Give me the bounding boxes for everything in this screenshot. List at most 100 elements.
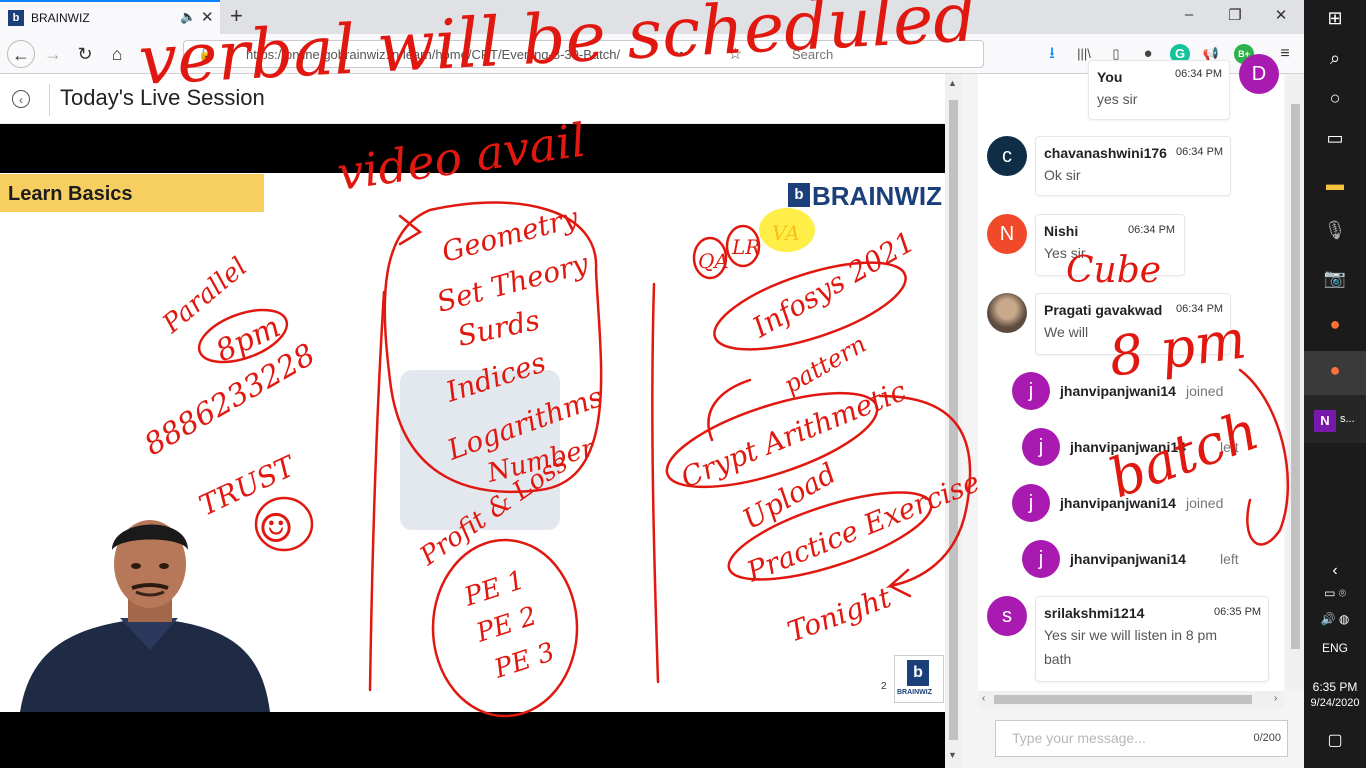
header-divider: [49, 84, 50, 116]
show-hidden-icons-chevron[interactable]: ‹: [1304, 562, 1366, 580]
scroll-right-icon[interactable]: ›: [1274, 693, 1277, 704]
file-explorer-icon[interactable]: ▬: [1304, 174, 1366, 195]
event-user: jhanvipanjwani14: [1070, 551, 1186, 567]
sender-name: srilakshmi1214: [1044, 605, 1145, 621]
search-box[interactable]: Search: [792, 47, 833, 62]
user-avatar: D: [1239, 54, 1279, 94]
character-count: 0/200: [1253, 732, 1281, 744]
message-bubble: Pragati gavakwad 06:34 PM We will: [1035, 293, 1231, 355]
message-text: yes sir: [1097, 91, 1138, 107]
cortana-icon[interactable]: ○: [1304, 88, 1366, 109]
user-avatar: j: [1022, 428, 1060, 466]
browser-tab-bar: b BRAINWIZ 🔈 ✕ + – ❐ ✕: [0, 0, 1304, 34]
back-circle-icon[interactable]: ‹: [12, 90, 30, 108]
chat-horizontal-scrollbar[interactable]: ‹ ›: [978, 691, 1284, 708]
user-avatar: j: [1022, 540, 1060, 578]
message-input[interactable]: [1010, 729, 1234, 747]
page-scrollbar-thumb[interactable]: [949, 100, 958, 740]
camera-icon[interactable]: 📷: [1304, 268, 1366, 289]
scroll-down-icon[interactable]: ▼: [948, 750, 957, 760]
small-logo-mark-icon: b: [907, 660, 929, 686]
volume-icon[interactable]: 🔊 ◍: [1304, 612, 1366, 626]
message-bubble: chavanashwini176 06:34 PM Ok sir: [1035, 136, 1231, 196]
language-indicator[interactable]: ENG: [1304, 641, 1366, 655]
page-scrollbar[interactable]: ▲ ▼: [945, 74, 962, 768]
lock-icon: 🔒: [198, 46, 215, 61]
sender-name: chavanashwini176: [1044, 145, 1167, 161]
bookmark-star-icon[interactable]: ☆: [728, 44, 742, 64]
horizontal-scrollbar-thumb[interactable]: [994, 695, 1252, 704]
search-icon[interactable]: ⌕: [1304, 48, 1366, 69]
message-time: 06:35 PM: [1214, 606, 1262, 618]
small-logo-text: BRAINWIZ: [897, 689, 932, 696]
slide-number: 2: [881, 681, 887, 692]
presenter-webcam: [0, 500, 300, 712]
watermark-logo: [400, 370, 560, 530]
browser-tab[interactable]: b BRAINWIZ 🔈 ✕: [0, 0, 220, 34]
sender-name: You: [1097, 69, 1123, 85]
notifications-icon[interactable]: ▢: [1304, 730, 1366, 750]
clock-time[interactable]: 6:35 PM: [1304, 680, 1366, 694]
download-icon[interactable]: ⭳: [1042, 44, 1062, 64]
chat-scrollbar[interactable]: [1287, 74, 1304, 691]
restore-button[interactable]: ❐: [1212, 6, 1258, 24]
windows-start-icon[interactable]: ⊞: [1304, 8, 1366, 29]
event-user: jhanvipanjwani14: [1060, 383, 1176, 399]
brainwiz-logo-mark-icon: b: [788, 183, 810, 207]
event-action: joined: [1186, 383, 1224, 399]
chat-input-box[interactable]: 0/200: [995, 720, 1288, 757]
firefox-active-icon[interactable]: ●: [1304, 360, 1366, 381]
message-text: Ok sir: [1044, 167, 1081, 183]
home-icon[interactable]: ⌂: [104, 41, 130, 67]
task-view-icon[interactable]: ▭: [1304, 128, 1366, 149]
voice-recorder-icon[interactable]: 🎙: [1304, 220, 1366, 241]
sender-name: Pragati gavakwad: [1044, 302, 1163, 318]
message-time: 06:34 PM: [1176, 303, 1224, 315]
brainwiz-favicon-icon: b: [8, 10, 24, 26]
speaker-icon[interactable]: 🔈: [180, 9, 196, 25]
chat-scrollbar-thumb[interactable]: [1291, 104, 1300, 649]
message-text-continued: bath: [1044, 651, 1072, 667]
reload-icon[interactable]: ↻: [72, 41, 98, 67]
close-window-button[interactable]: ✕: [1258, 6, 1304, 24]
menu-icon[interactable]: ≡: [1275, 44, 1295, 64]
address-bar[interactable]: 🔒 https://online.gobrainwiz.in/learn/hom…: [183, 40, 984, 68]
message-text: Yes sir: [1044, 245, 1086, 261]
user-avatar: j: [1012, 372, 1050, 410]
url-text: https://online.gobrainwiz.in/learn/home/…: [246, 47, 621, 62]
close-tab-icon[interactable]: ✕: [201, 8, 214, 26]
onenote-icon[interactable]: N: [1314, 410, 1336, 432]
event-action: joined: [1186, 495, 1224, 511]
page-actions-icon[interactable]: •••: [674, 45, 689, 61]
scroll-left-icon[interactable]: ‹: [982, 693, 985, 704]
message-bubble: Nishi 06:34 PM Yes sir: [1035, 214, 1185, 276]
small-brainwiz-logo: b BRAINWIZ: [894, 655, 944, 703]
user-avatar: N: [987, 214, 1027, 254]
onenote-label: s...: [1340, 413, 1355, 425]
clock-date[interactable]: 9/24/2020: [1304, 697, 1366, 709]
learn-basics-banner: Learn Basics: [0, 174, 264, 212]
banner-text: Learn Basics: [8, 183, 133, 205]
event-user: jhanvipanjwani14: [1070, 439, 1186, 455]
back-arrow-icon[interactable]: ←: [7, 40, 35, 68]
event-user: jhanvipanjwani14: [1060, 495, 1176, 511]
message-time: 06:34 PM: [1128, 224, 1176, 236]
battery-icon[interactable]: ▭ ⌾: [1304, 586, 1366, 601]
scroll-up-icon[interactable]: ▲: [948, 78, 957, 88]
message-time: 06:34 PM: [1176, 146, 1224, 158]
user-avatar: s: [987, 596, 1027, 636]
page-title: Today's Live Session: [60, 85, 265, 110]
user-photo-avatar: [987, 293, 1027, 333]
message-bubble: You 06:34 PM yes sir: [1088, 60, 1230, 120]
chat-message-list: You 06:34 PM yes sir D c chavanashwini17…: [978, 54, 1284, 691]
forward-arrow-icon[interactable]: →: [40, 41, 66, 67]
minimize-button[interactable]: –: [1166, 6, 1212, 23]
sender-name: Nishi: [1044, 223, 1079, 239]
event-action: left: [1220, 439, 1239, 455]
message-text: Yes sir we will listen in 8 pm: [1044, 627, 1217, 643]
firefox-icon[interactable]: ●: [1304, 314, 1366, 335]
user-avatar: j: [1012, 484, 1050, 522]
event-action: left: [1220, 551, 1239, 567]
user-avatar: c: [987, 136, 1027, 176]
new-tab-button[interactable]: +: [230, 3, 243, 29]
